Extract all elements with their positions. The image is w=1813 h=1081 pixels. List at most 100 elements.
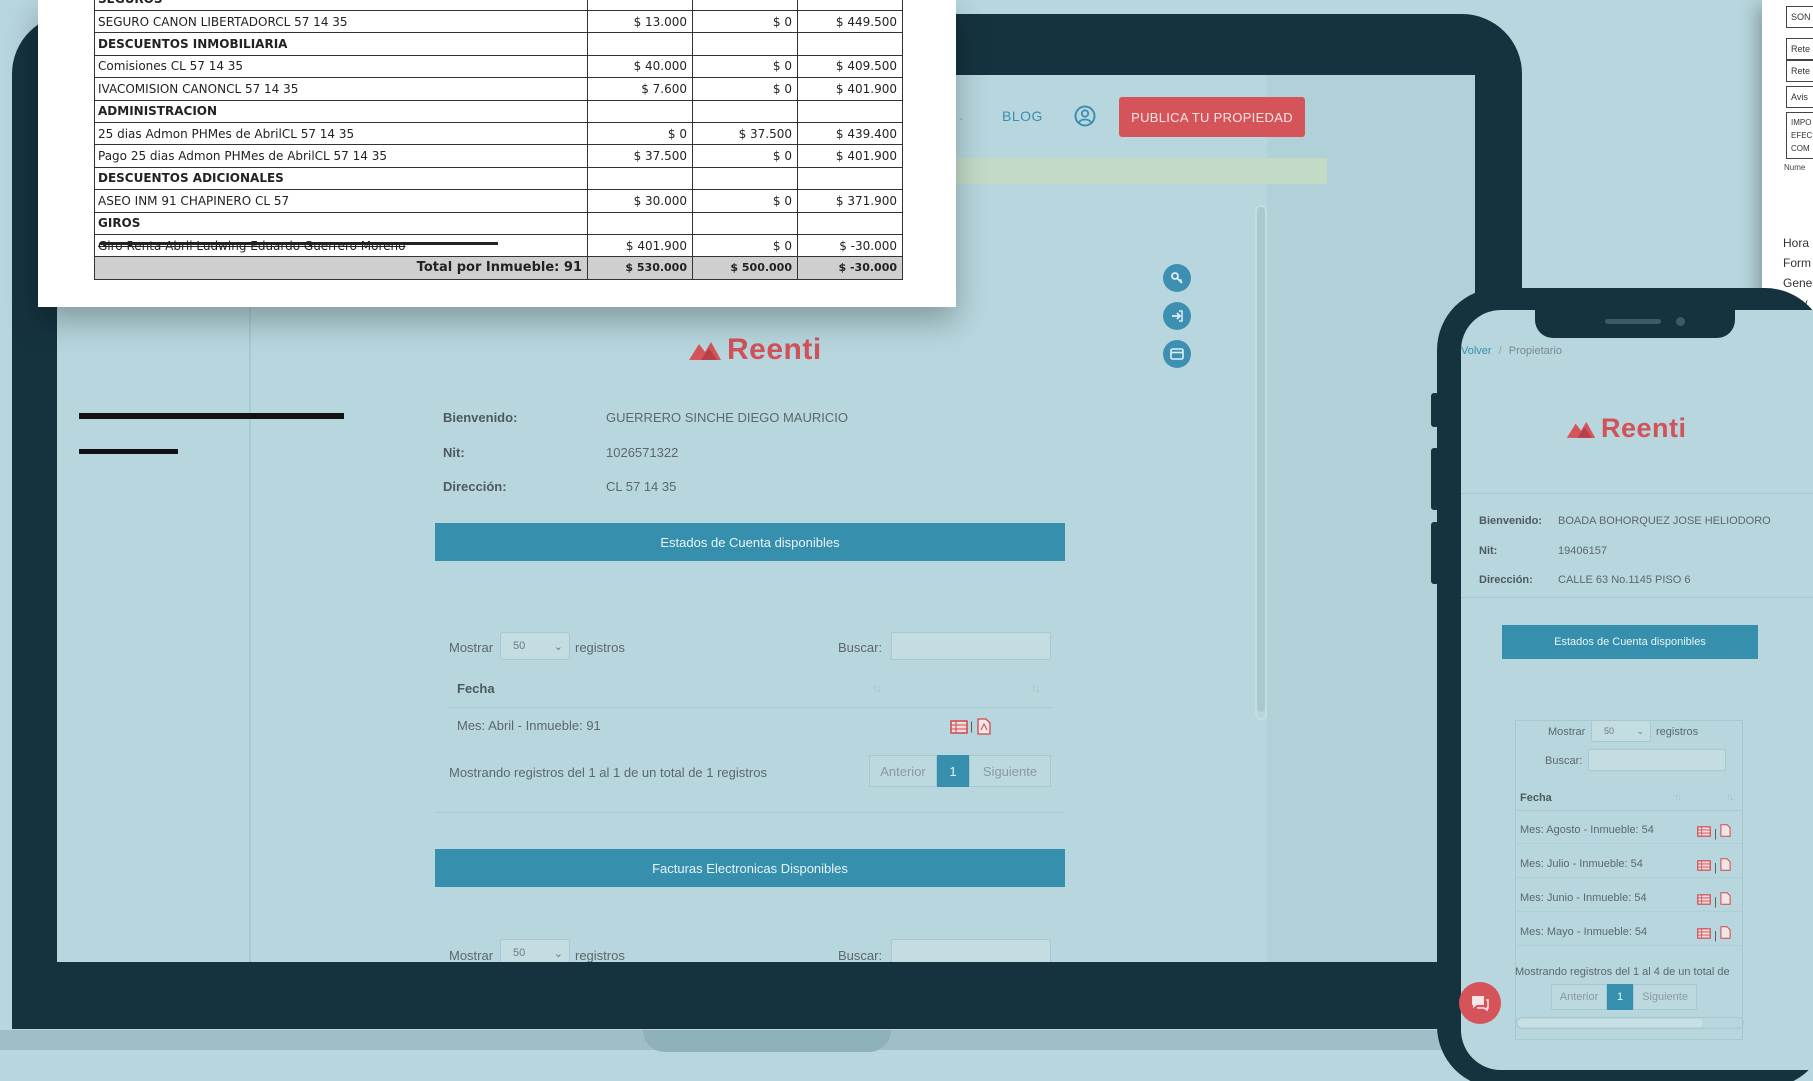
redaction-bar bbox=[79, 449, 178, 454]
statement-row: Mes: Junio - Inmueble: 54 bbox=[1520, 892, 1647, 904]
welcome-value: BOADA BOHORQUEZ JOSE HELIODORO bbox=[1558, 515, 1771, 527]
chat-button[interactable] bbox=[1459, 982, 1501, 1024]
spreadsheet-icon[interactable] bbox=[950, 720, 968, 734]
search-label-2: Buscar: bbox=[838, 948, 883, 962]
redaction-bar bbox=[79, 413, 344, 419]
doc-cell-text: COM bbox=[1791, 144, 1810, 153]
pdf-icon[interactable] bbox=[1720, 824, 1731, 837]
page-1-button[interactable]: 1 bbox=[1607, 984, 1633, 1010]
next-page-button[interactable]: Siguiente bbox=[1633, 984, 1697, 1010]
concept-cell: Comisiones CL 57 14 35 bbox=[94, 54, 588, 79]
scrollbar-thumb[interactable] bbox=[1257, 207, 1265, 712]
page-size-select[interactable]: 50 ⌄ bbox=[1591, 720, 1651, 742]
column-date-header[interactable]: Fecha bbox=[457, 681, 495, 696]
card-button[interactable] bbox=[1163, 340, 1191, 368]
reenti-logo-icon bbox=[1566, 421, 1596, 438]
credit-cell: $ 0 bbox=[692, 233, 798, 258]
table-row: DESCUENTOS INMOBILIARIA bbox=[94, 32, 903, 56]
show-label: Mostrar bbox=[1548, 726, 1586, 738]
credit-cell: $ 0 bbox=[692, 54, 798, 79]
sort-icon[interactable]: ↑↓ bbox=[1726, 792, 1734, 803]
column-date-header[interactable]: Fecha bbox=[1520, 792, 1552, 804]
statements-available-button[interactable]: Estados de Cuenta disponibles bbox=[435, 523, 1065, 561]
publish-property-button[interactable]: PUBLICA TU PROPIEDAD bbox=[1119, 97, 1305, 137]
total-credit: $ 500.000 bbox=[692, 256, 798, 280]
nav-blog-link[interactable]: BLOG bbox=[1002, 108, 1043, 124]
phone-speaker bbox=[1605, 319, 1661, 324]
spreadsheet-icon[interactable] bbox=[1697, 894, 1711, 905]
nit-value: 1026571322 bbox=[606, 445, 679, 460]
breadcrumb-separator: / bbox=[1498, 345, 1502, 357]
balance-cell: $ 401.900 bbox=[797, 77, 903, 101]
spreadsheet-icon[interactable] bbox=[1697, 860, 1711, 871]
table-row: SEGUROS bbox=[94, 0, 903, 12]
row-actions: | bbox=[1697, 892, 1731, 908]
sort-icon[interactable]: ↑↓ bbox=[872, 681, 882, 695]
sort-icon[interactable]: ↑↓ bbox=[1031, 681, 1041, 695]
chevron-down-icon: ⌄ bbox=[553, 640, 563, 653]
section-header: SEGUROS bbox=[94, 0, 588, 12]
statement-row: Mes: Mayo - Inmueble: 54 bbox=[1520, 926, 1648, 938]
table-row: GIROS bbox=[94, 211, 903, 235]
page-size-value: 50 bbox=[513, 640, 526, 652]
concept-cell: Pago 25 dias Admon PHMes de AbrilCL 57 1… bbox=[94, 144, 588, 168]
address-label: Dirección: bbox=[443, 479, 507, 494]
breadcrumb-back[interactable]: Volver bbox=[1461, 345, 1492, 357]
statement-document: SEGUROS SEGURO CANON LIBERTADORCL 57 14 … bbox=[38, 0, 956, 307]
page-size-select[interactable]: 50 ⌄ bbox=[500, 632, 570, 660]
search-input[interactable] bbox=[1588, 749, 1726, 771]
credit-cell: $ 0 bbox=[692, 77, 798, 101]
logout-button[interactable] bbox=[1163, 302, 1191, 330]
page-size-select-2[interactable]: 50 ⌄ bbox=[500, 939, 570, 962]
balance-cell: $ -30.000 bbox=[797, 233, 903, 258]
credit-cell: $ 37.500 bbox=[692, 121, 798, 146]
icon-separator: | bbox=[970, 719, 974, 733]
previous-page-button[interactable]: Anterior bbox=[1551, 984, 1607, 1010]
concept-cell: Giro Renta Abril Ludwing Eduardo Guerrer… bbox=[94, 233, 588, 258]
divider bbox=[1461, 493, 1813, 494]
section-header: DESCUENTOS INMOBILIARIA bbox=[94, 32, 588, 56]
header-divider bbox=[1516, 810, 1742, 811]
search-input-2[interactable] bbox=[891, 939, 1051, 962]
show-label: Mostrar bbox=[449, 640, 494, 655]
table-row: Pago 25 dias Admon PHMes de AbrilCL 57 1… bbox=[94, 144, 903, 168]
spreadsheet-icon[interactable] bbox=[1697, 928, 1711, 939]
search-label: Buscar: bbox=[838, 640, 883, 655]
balance-cell: $ 409.500 bbox=[797, 54, 903, 79]
strikethrough-line bbox=[100, 242, 498, 245]
section-header: GIROS bbox=[94, 211, 588, 235]
row-actions: | bbox=[1697, 858, 1731, 874]
debit-cell: $ 7.600 bbox=[587, 77, 693, 101]
total-row: Total por Inmueble: 91 $ 530.000 $ 500.0… bbox=[94, 256, 903, 280]
total-debit: $ 530.000 bbox=[587, 256, 693, 280]
pdf-icon[interactable] bbox=[1720, 892, 1731, 905]
scrollbar-thumb[interactable] bbox=[1518, 1019, 1703, 1027]
page-1-button[interactable]: 1 bbox=[937, 755, 969, 787]
address-value: CL 57 14 35 bbox=[606, 479, 677, 494]
statements-available-button[interactable]: Estados de Cuenta disponibles bbox=[1502, 625, 1758, 659]
pdf-icon[interactable] bbox=[1720, 858, 1731, 871]
row-divider bbox=[1516, 911, 1742, 912]
doc-cell: Avis bbox=[1786, 86, 1813, 108]
user-account-icon[interactable] bbox=[1074, 105, 1096, 127]
sort-icon[interactable]: ↑↓ bbox=[1674, 792, 1682, 803]
key-button[interactable] bbox=[1163, 264, 1191, 292]
previous-page-button[interactable]: Anterior bbox=[869, 755, 937, 787]
statement-row: Mes: Julio - Inmueble: 54 bbox=[1520, 858, 1643, 870]
section-divider bbox=[435, 812, 1065, 813]
pdf-icon[interactable] bbox=[977, 718, 991, 735]
next-page-button[interactable]: Siguiente bbox=[969, 755, 1051, 787]
concept-cell: SEGURO CANON LIBERTADORCL 57 14 35 bbox=[94, 9, 588, 34]
reenti-logo-icon bbox=[689, 342, 721, 360]
search-input[interactable] bbox=[891, 632, 1051, 660]
phone-button bbox=[1431, 393, 1439, 427]
pdf-icon[interactable] bbox=[1720, 926, 1731, 939]
doc-cell-text: EFEC bbox=[1791, 131, 1813, 140]
spreadsheet-icon[interactable] bbox=[1697, 826, 1711, 837]
electronic-invoices-button[interactable]: Facturas Electronicas Disponibles bbox=[435, 849, 1065, 887]
table-row: Giro Renta Abril Ludwing Eduardo Guerrer… bbox=[94, 233, 903, 258]
horizontal-scrollbar[interactable] bbox=[1516, 1017, 1744, 1029]
table-row: ASEO INM 91 CHAPINERO CL 57 $ 30.000 $ 0… bbox=[94, 189, 903, 213]
total-label: Total por Inmueble: 91 bbox=[94, 256, 588, 280]
chevron-down-icon: ⌄ bbox=[1636, 725, 1644, 736]
